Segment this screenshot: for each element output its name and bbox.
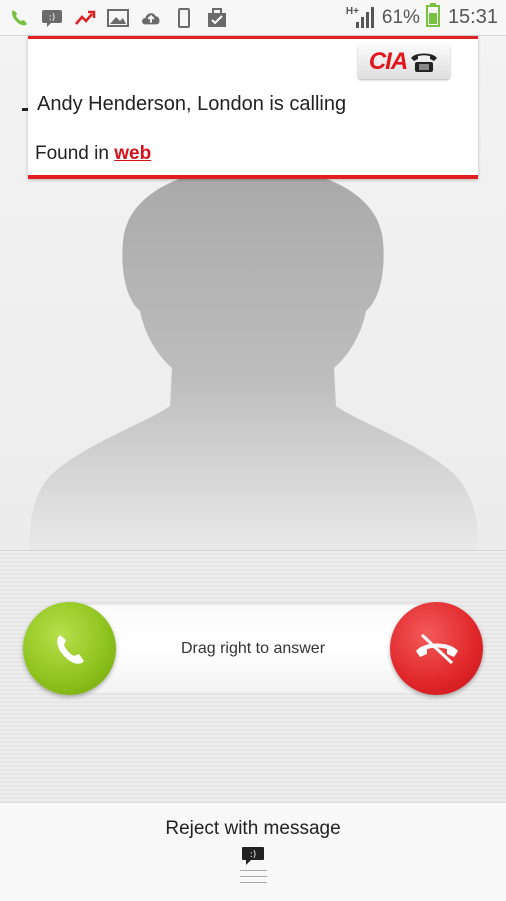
signal-icon: H+ [346, 6, 376, 30]
reject-with-message-label[interactable]: Reject with message [0, 818, 506, 840]
status-bar: :) H+ 61% 15:31 [0, 0, 506, 36]
answer-button[interactable] [23, 602, 116, 695]
telephone-icon [409, 50, 439, 74]
battery-percent: 61% [381, 6, 420, 28]
phone-answer-icon [50, 629, 90, 669]
image-icon [107, 7, 129, 29]
network-label: H+ [345, 5, 359, 17]
message-icon-text: :) [250, 850, 257, 860]
battery-icon [425, 3, 440, 32]
found-prefix: Found in [35, 143, 115, 164]
cia-logo-text: CIA [368, 48, 408, 75]
svg-text::): :) [49, 13, 56, 23]
caller-id-card[interactable]: CIA Andy Henderson, London is calling Fo… [28, 36, 478, 179]
clock: 15:31 [447, 6, 498, 28]
briefcase-icon [206, 7, 228, 29]
phone-hangup-icon [412, 629, 462, 669]
cloud-upload-icon [140, 7, 162, 29]
phone-icon [8, 7, 30, 29]
found-source-link[interactable]: web [114, 143, 151, 164]
caller-text: Andy Henderson, London is calling [37, 93, 347, 115]
reject-button[interactable] [390, 602, 483, 695]
cia-logo: CIA [358, 45, 450, 79]
found-in-text: Found in web [35, 143, 151, 165]
message-bubble-icon: :) [241, 846, 265, 871]
chat-icon: :) [41, 7, 63, 29]
missed-call-icon [74, 7, 96, 29]
drag-handle[interactable] [240, 870, 267, 888]
phone-device-icon [173, 7, 195, 29]
